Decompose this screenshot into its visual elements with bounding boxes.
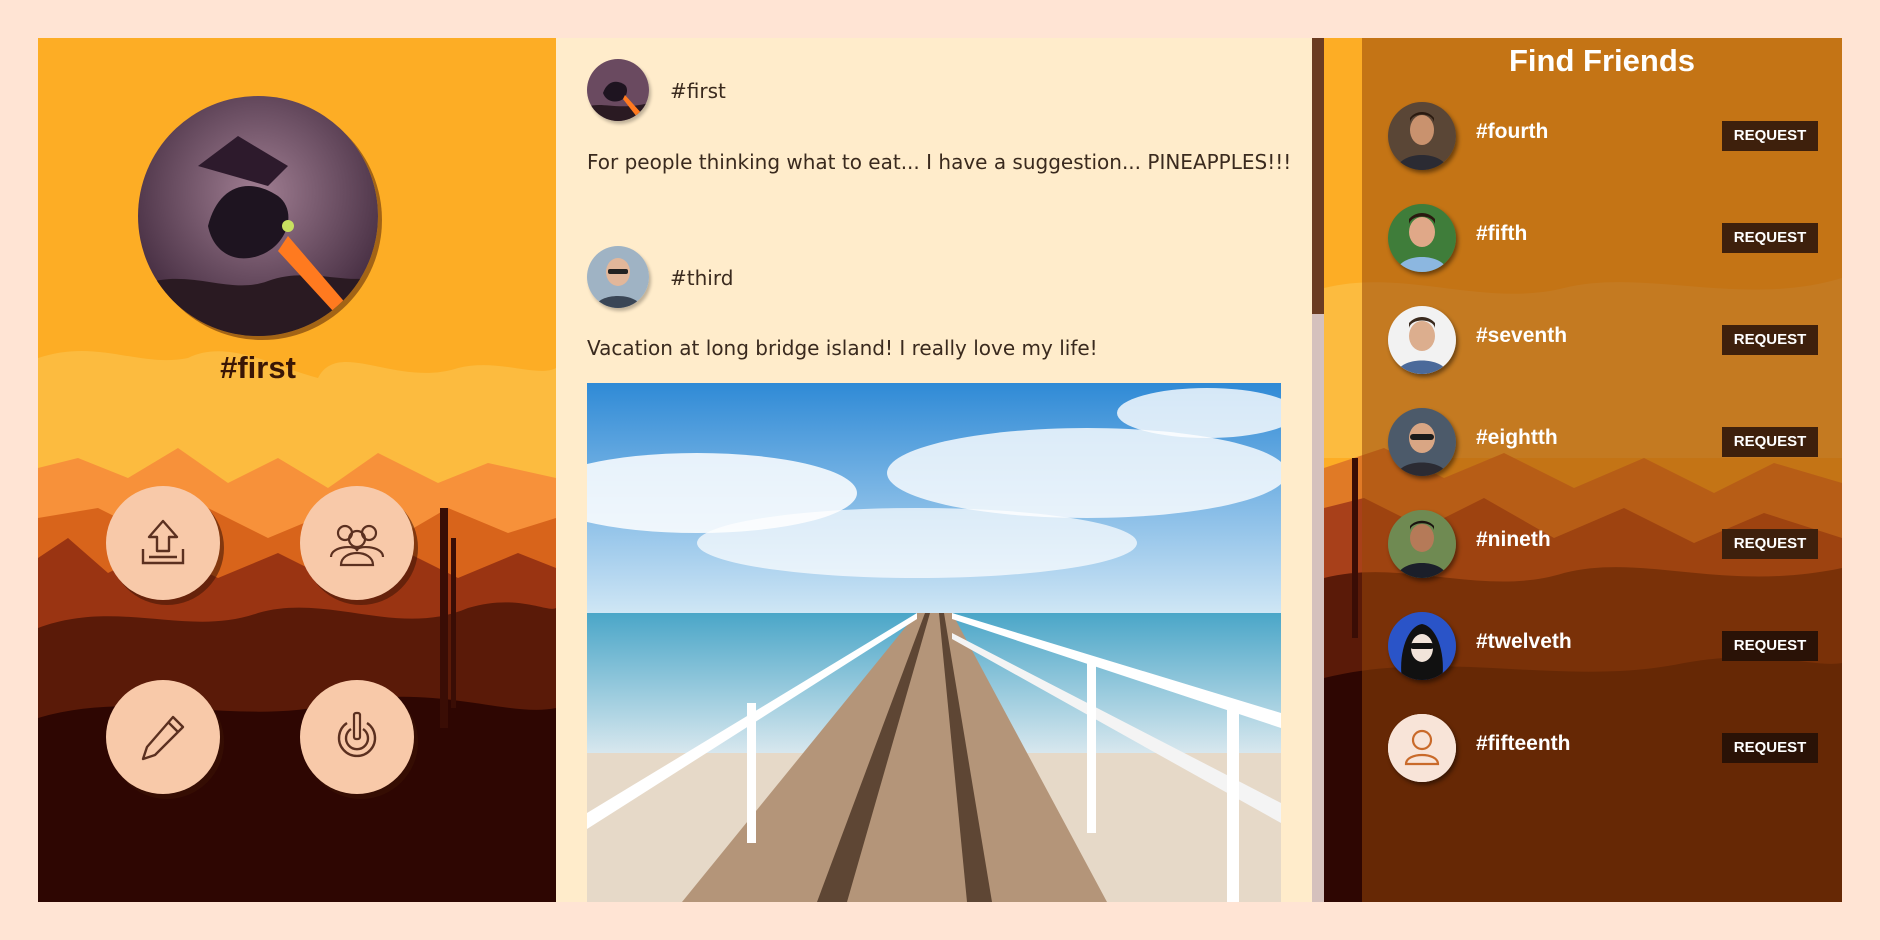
request-button[interactable]: REQUEST <box>1722 121 1818 151</box>
friends-button[interactable] <box>300 486 414 600</box>
feed-post: #first For people thinking what to eat..… <box>587 59 1291 179</box>
friend-suggestion: #seventh REQUEST <box>1388 306 1818 376</box>
edit-button[interactable] <box>106 680 220 794</box>
friend-suggestion: #nineth REQUEST <box>1388 510 1818 580</box>
person-avatar-image <box>587 246 649 308</box>
profile-panel: #first <box>38 38 556 902</box>
friend-avatar[interactable] <box>1388 612 1456 680</box>
upload-icon <box>141 519 185 565</box>
post-text: For people thinking what to eat... I hav… <box>587 150 1292 174</box>
friend-name[interactable]: #nineth <box>1476 528 1551 552</box>
request-button[interactable]: REQUEST <box>1722 631 1818 661</box>
request-button[interactable]: REQUEST <box>1722 733 1818 763</box>
dragon-avatar-image <box>587 59 649 121</box>
friend-avatar[interactable] <box>1388 714 1456 782</box>
friend-name[interactable]: #fourth <box>1476 120 1548 144</box>
find-friends-panel: Find Friends #fourth REQUEST #fifth REQU… <box>1324 38 1842 902</box>
friend-avatar[interactable] <box>1388 204 1456 272</box>
friend-suggestion: #twelveth REQUEST <box>1388 612 1818 682</box>
profile-avatar[interactable] <box>138 96 378 336</box>
post-author-name[interactable]: #third <box>670 266 733 290</box>
profile-name: #first <box>220 350 296 385</box>
request-button[interactable]: REQUEST <box>1722 427 1818 457</box>
friend-avatar[interactable] <box>1388 306 1456 374</box>
request-button[interactable]: REQUEST <box>1722 223 1818 253</box>
user-placeholder-icon <box>1388 714 1456 782</box>
request-button[interactable]: REQUEST <box>1722 325 1818 355</box>
person-avatar-image <box>1388 408 1456 476</box>
person-avatar-image <box>1388 306 1456 374</box>
find-friends-title: Find Friends <box>1509 43 1695 78</box>
post-author-name[interactable]: #first <box>670 79 726 103</box>
friend-name[interactable]: #seventh <box>1476 324 1567 348</box>
person-avatar-image <box>1388 510 1456 578</box>
group-icon <box>329 524 385 567</box>
person-avatar-image <box>1388 102 1456 170</box>
logout-button[interactable] <box>300 680 414 794</box>
news-feed[interactable]: #first For people thinking what to eat..… <box>556 38 1324 902</box>
post-author-avatar[interactable] <box>587 59 649 121</box>
friend-name[interactable]: #eightth <box>1476 426 1558 450</box>
upload-button[interactable] <box>106 486 220 600</box>
friend-avatar[interactable] <box>1388 510 1456 578</box>
friend-name[interactable]: #fifth <box>1476 222 1527 246</box>
friend-suggestion: #fifteenth REQUEST <box>1388 714 1818 784</box>
feed-post: #third Vacation at long bridge island! I… <box>587 246 1287 376</box>
friend-suggestion: #fifth REQUEST <box>1388 204 1818 274</box>
friend-name[interactable]: #fifteenth <box>1476 732 1571 756</box>
friend-avatar[interactable] <box>1388 102 1456 170</box>
friend-suggestion: #fourth REQUEST <box>1388 102 1818 172</box>
request-button[interactable]: REQUEST <box>1722 529 1818 559</box>
cartoon-avatar-image <box>1388 612 1456 680</box>
friend-name[interactable]: #twelveth <box>1476 630 1572 654</box>
pier-photo <box>587 383 1281 902</box>
post-author-avatar[interactable] <box>587 246 649 308</box>
dragon-avatar-image <box>138 96 378 336</box>
friend-suggestion: #eightth REQUEST <box>1388 408 1818 478</box>
person-avatar-image <box>1388 204 1456 272</box>
post-photo-pier[interactable] <box>587 383 1281 902</box>
pencil-icon <box>141 715 185 761</box>
power-icon <box>337 711 377 758</box>
post-text: Vacation at long bridge island! I really… <box>587 336 1098 360</box>
feed-scrollbar-thumb[interactable] <box>1312 38 1324 314</box>
friend-avatar[interactable] <box>1388 408 1456 476</box>
